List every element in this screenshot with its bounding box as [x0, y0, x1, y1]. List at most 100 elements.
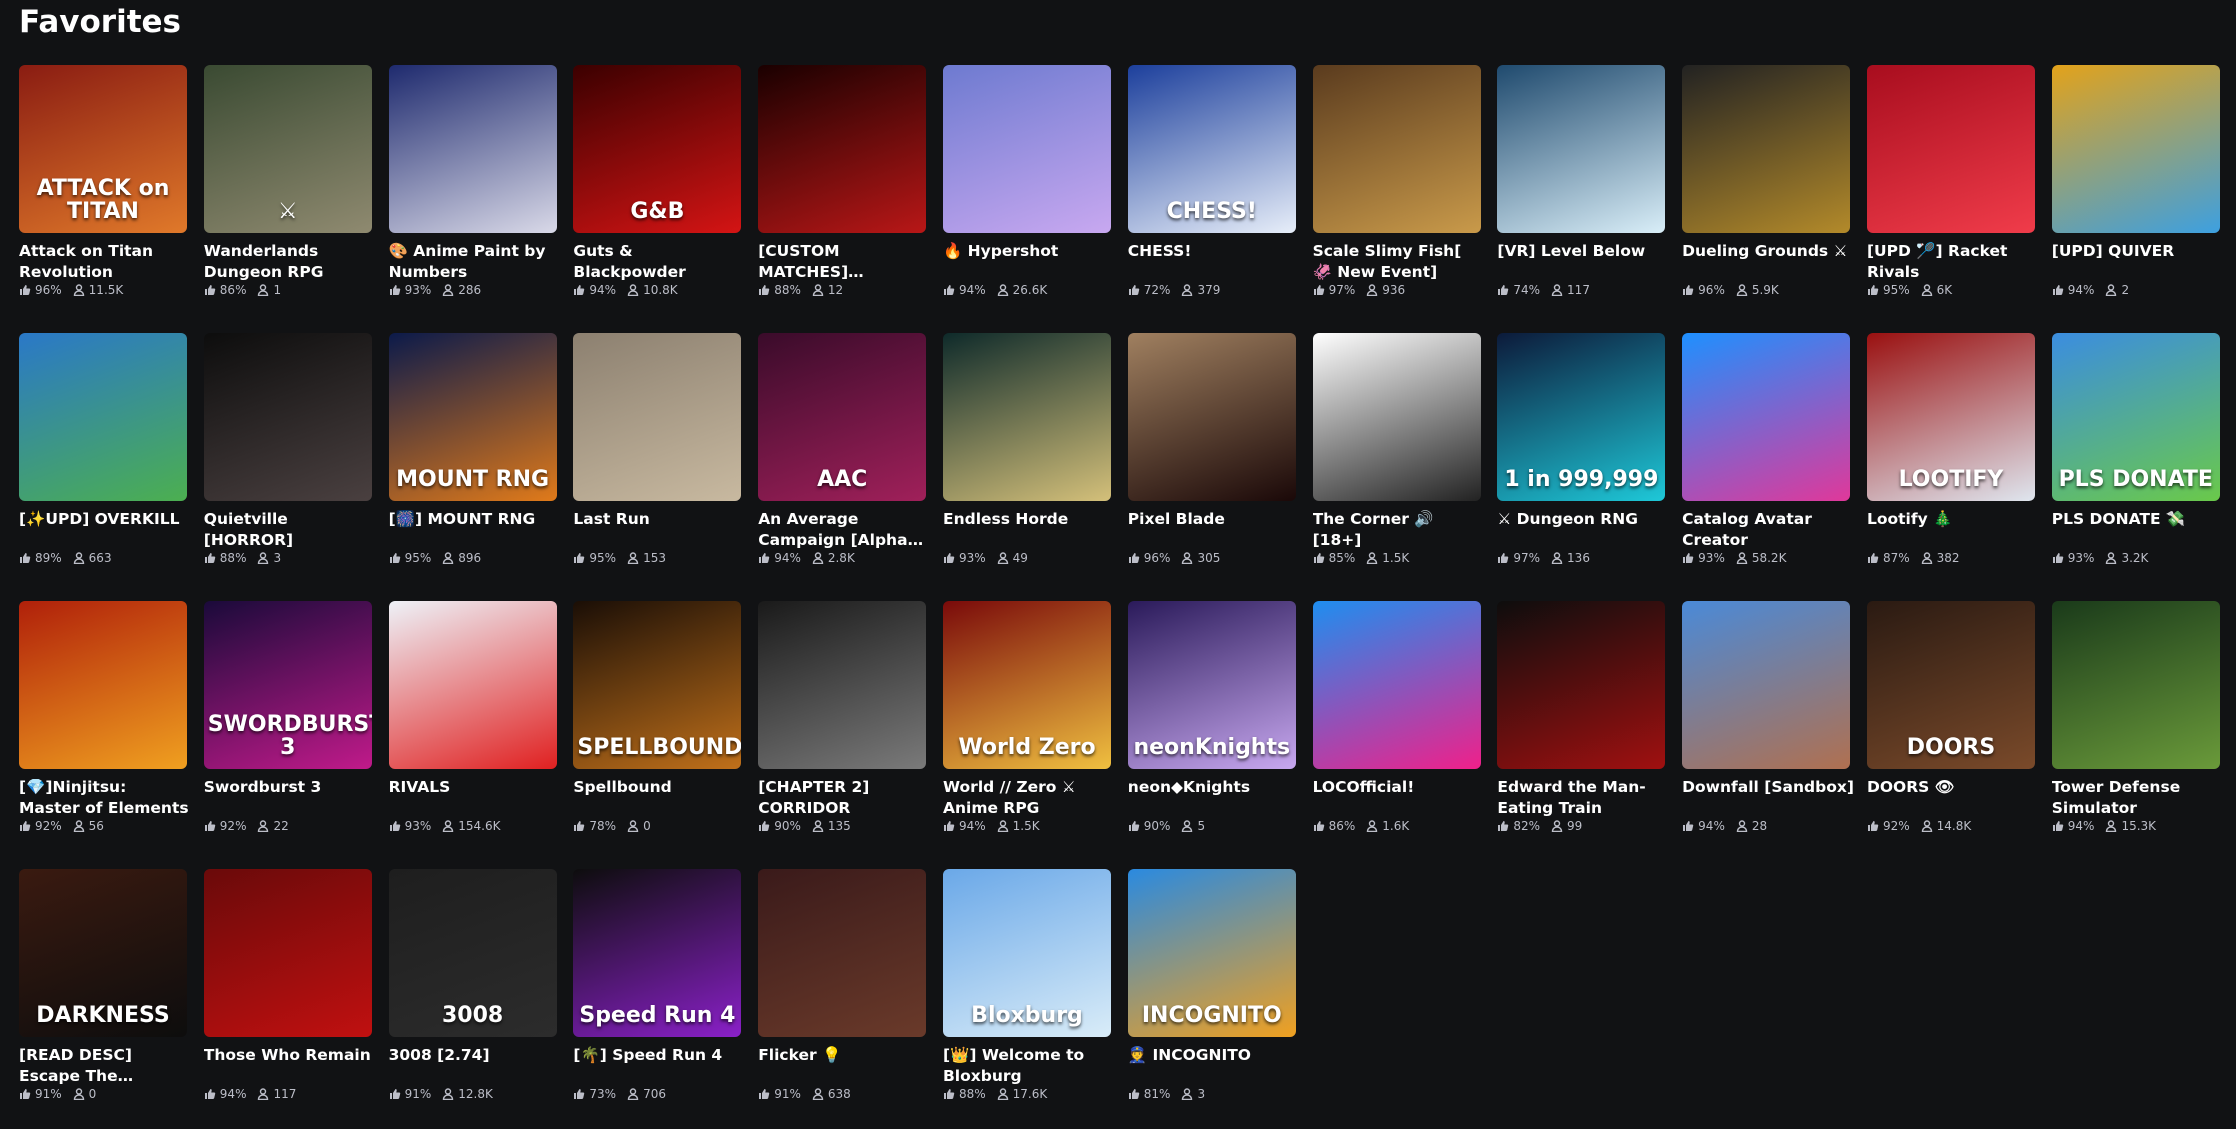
game-thumbnail[interactable] [2051, 65, 2220, 233]
game-title[interactable]: [UPD] QUIVER [2052, 241, 2224, 262]
game-thumbnail[interactable] [573, 333, 742, 501]
game-card[interactable]: Edward the Man-Eating Train 82% 99 [1497, 601, 1666, 833]
game-thumbnail[interactable] [1497, 601, 1666, 769]
game-thumbnail[interactable] [1682, 333, 1851, 501]
game-card[interactable]: The Corner 🔊 [18+] 85% 1.5K [1312, 333, 1481, 565]
game-thumbnail[interactable]: World Zero [942, 601, 1111, 769]
game-title[interactable]: DOORS 👁 [1867, 777, 2039, 798]
game-thumbnail[interactable]: 1 in 999,999 [1497, 333, 1666, 501]
game-card[interactable]: SPELLBOUND Spellbound 78% 0 [573, 601, 742, 833]
game-title[interactable]: Swordburst 3 [204, 777, 376, 798]
game-card[interactable]: Downfall [Sandbox] 94% 28 [1682, 601, 1854, 833]
game-thumbnail[interactable] [203, 333, 372, 501]
game-card[interactable]: Bloxburg [👑] Welcome to Bloxburg 88% 17.6K [942, 869, 1111, 1101]
game-card[interactable]: [VR] Level Below 74% 117 [1497, 65, 1666, 297]
game-thumbnail[interactable] [1312, 333, 1481, 501]
game-card[interactable]: [UPD] QUIVER 94% 2 [2051, 65, 2220, 297]
game-thumbnail[interactable] [758, 869, 927, 1037]
game-card[interactable]: [✨UPD] OVERKILL 89% 663 [19, 333, 187, 565]
game-card[interactable]: Dueling Grounds ⚔ 96% 5.9K [1682, 65, 1851, 297]
game-title[interactable]: 🎨 Anime Paint by Numbers [389, 241, 561, 283]
game-card[interactable]: LOOTIFY Lootify 🎄 87% 382 [1866, 333, 2035, 565]
game-thumbnail[interactable] [388, 601, 557, 769]
game-title[interactable]: Attack on Titan Revolution [19, 241, 191, 283]
game-title[interactable]: [💎]Ninjitsu: Master of Elements [19, 777, 191, 819]
game-card[interactable]: neonKnights neon◆Knights 90% 5 [1127, 601, 1296, 833]
game-title[interactable]: The Corner 🔊 [18+] [1313, 509, 1485, 551]
game-thumbnail[interactable]: DARKNESS [19, 869, 187, 1037]
game-card[interactable]: Speed Run 4 [🌴] Speed Run 4 73% 706 [573, 869, 742, 1101]
game-thumbnail[interactable]: INCOGNITO [1127, 869, 1296, 1037]
game-title[interactable]: ⚔ Dungeon RNG [1497, 509, 1669, 530]
game-card[interactable]: G&B Guts & Blackpowder 94% 10.8K [573, 65, 742, 297]
game-thumbnail[interactable] [942, 65, 1111, 233]
game-thumbnail[interactable]: Bloxburg [942, 869, 1111, 1037]
game-title[interactable]: [👑] Welcome to Bloxburg [943, 1045, 1115, 1087]
game-title[interactable]: [READ DESC] Escape The Darkness [19, 1045, 191, 1087]
game-title[interactable]: [VR] Level Below [1497, 241, 1669, 262]
game-thumbnail[interactable]: MOUNT RNG [388, 333, 557, 501]
game-title[interactable]: 🔥 Hypershot [943, 241, 1115, 262]
game-card[interactable]: PLS DONATE PLS DONATE 💸 93% 3.2K [2051, 333, 2220, 565]
game-title[interactable]: Endless Horde [943, 509, 1115, 530]
game-title[interactable]: Scale Slimy Fish[ 🦑 New Event] [1313, 241, 1485, 283]
game-title[interactable]: Edward the Man-Eating Train [1497, 777, 1669, 819]
game-thumbnail[interactable] [758, 65, 927, 233]
game-card[interactable]: ATTACK on TITAN Attack on Titan Revolutio… [19, 65, 187, 297]
game-title[interactable]: Pixel Blade [1128, 509, 1300, 530]
game-title[interactable]: PLS DONATE 💸 [2052, 509, 2224, 530]
game-thumbnail[interactable] [1497, 65, 1666, 233]
game-thumbnail[interactable]: SWORDBURST 3 [203, 601, 372, 769]
game-title[interactable]: Quietville [HORROR] [204, 509, 376, 551]
game-title[interactable]: [🎆] MOUNT RNG [389, 509, 561, 530]
game-title[interactable]: 3008 [2.74] [389, 1045, 561, 1066]
game-title[interactable]: An Average Campaign [Alpha v0.4.6] [758, 509, 930, 551]
game-title[interactable]: World // Zero ⚔ Anime RPG [943, 777, 1115, 819]
game-card[interactable]: Pixel Blade 96% 305 [1127, 333, 1296, 565]
game-title[interactable]: Tower Defense Simulator [2052, 777, 2224, 819]
game-thumbnail[interactable]: PLS DONATE [2051, 333, 2220, 501]
game-card[interactable]: MOUNT RNG [🎆] MOUNT RNG 95% 896 [388, 333, 557, 565]
game-thumbnail[interactable] [1682, 65, 1851, 233]
game-title[interactable]: Those Who Remain [204, 1045, 376, 1066]
game-thumbnail[interactable] [1866, 65, 2035, 233]
game-title[interactable]: [🌴] Speed Run 4 [573, 1045, 745, 1066]
game-title[interactable]: Last Run [573, 509, 745, 530]
game-thumbnail[interactable]: 3008 [388, 869, 557, 1037]
game-title[interactable]: LOCOfficial! [1313, 777, 1485, 798]
game-thumbnail[interactable] [19, 601, 187, 769]
game-card[interactable]: World Zero World // Zero ⚔ Anime RPG 94% 1.… [942, 601, 1111, 833]
game-title[interactable]: 👮 INCOGNITO [1128, 1045, 1300, 1066]
game-title[interactable]: [✨UPD] OVERKILL [19, 509, 191, 530]
game-card[interactable]: Flicker 💡 91% 638 [758, 869, 927, 1101]
game-thumbnail[interactable] [758, 601, 927, 769]
game-card[interactable]: Quietville [HORROR] 88% 3 [203, 333, 372, 565]
game-thumbnail[interactable] [1682, 601, 1851, 769]
game-thumbnail[interactable] [203, 869, 372, 1037]
game-card[interactable]: 🔥 Hypershot 94% 26.6K [942, 65, 1111, 297]
game-title[interactable]: CHESS! [1128, 241, 1300, 262]
game-title[interactable]: Lootify 🎄 [1867, 509, 2039, 530]
game-card[interactable]: 🎨 Anime Paint by Numbers 93% 286 [388, 65, 557, 297]
game-thumbnail[interactable] [1312, 65, 1481, 233]
game-thumbnail[interactable]: LOOTIFY [1866, 333, 2035, 501]
game-thumbnail[interactable]: Speed Run 4 [573, 869, 742, 1037]
game-thumbnail[interactable]: ⚔ [203, 65, 372, 233]
game-card[interactable]: Catalog Avatar Creator 93% 58.2K [1682, 333, 1851, 565]
game-card[interactable]: Those Who Remain 94% 117 [203, 869, 372, 1101]
game-card[interactable]: INCOGNITO 👮 INCOGNITO 81% 3 [1127, 869, 1296, 1101]
game-card[interactable]: Last Run 95% 153 [573, 333, 742, 565]
game-card[interactable]: 3008 3008 [2.74] 91% 12.8K [388, 869, 557, 1101]
game-card[interactable]: SWORDBURST 3 Swordburst 3 92% 22 [203, 601, 372, 833]
game-card[interactable]: [CUSTOM MATCHES] BUCKSHOT FRENZY88% 12 [758, 65, 927, 297]
game-title[interactable]: neon◆Knights [1128, 777, 1300, 798]
game-card[interactable]: DARKNESS[READ DESC] Escape The Darkness9… [19, 869, 187, 1101]
game-card[interactable]: Scale Slimy Fish[ 🦑 New Event] 97% 936 [1312, 65, 1481, 297]
game-title[interactable]: [CHAPTER 2] CORRIDOR [758, 777, 930, 819]
game-card[interactable]: [💎]Ninjitsu: Master of Elements 92% 56 [19, 601, 189, 833]
game-card[interactable]: Tower Defense Simulator 94% 15.3K [2051, 601, 2220, 833]
game-thumbnail[interactable]: AAC [758, 333, 927, 501]
game-thumbnail[interactable] [1312, 601, 1481, 769]
game-title[interactable]: [CUSTOM MATCHES] BUCKSHOT FRENZY [758, 241, 930, 283]
game-card[interactable]: DOORS DOORS 👁 92% 14.8K [1866, 601, 2035, 833]
